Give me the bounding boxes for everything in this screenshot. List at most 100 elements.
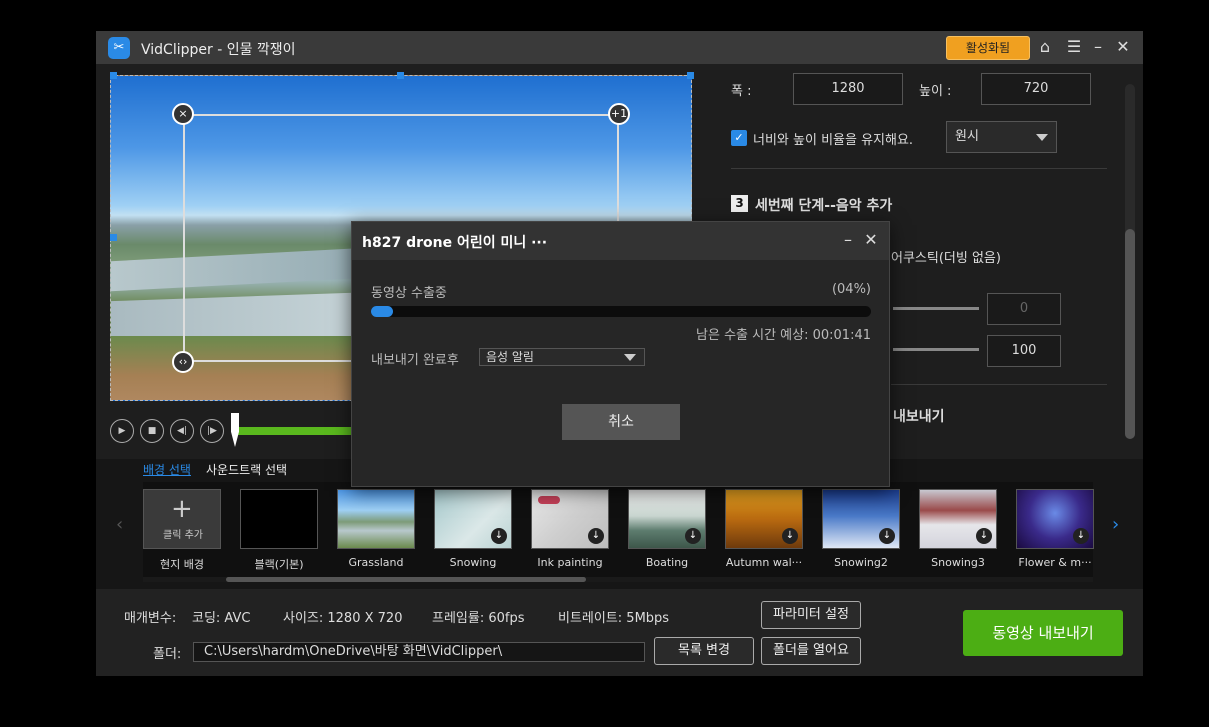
thumb-caption: Flower & m··· bbox=[1018, 556, 1092, 569]
dialog-close-icon[interactable]: ✕ bbox=[860, 228, 882, 252]
thumb-caption: Snowing2 bbox=[834, 556, 888, 569]
thumb-caption: 현지 배경 bbox=[160, 558, 204, 571]
height-input[interactable]: 720 bbox=[981, 73, 1091, 105]
timeline-playhead[interactable] bbox=[231, 413, 239, 447]
chevron-down-icon bbox=[624, 354, 636, 361]
after-export-select-value: 음성 알림 bbox=[486, 350, 534, 364]
thumb-grassland[interactable] bbox=[337, 489, 415, 549]
step3-title: 세번째 단계--음악 추가 bbox=[755, 198, 893, 214]
download-icon[interactable]: ↓ bbox=[879, 528, 895, 544]
title-bar: ✂ VidClipper - 인물 깍쟁이 활성화됨 ⌂ ☰ – ✕ bbox=[96, 31, 1143, 64]
export-progress-fill bbox=[371, 306, 393, 317]
thumb-caption: Autumn wal··· bbox=[725, 556, 803, 569]
crop-close-handle[interactable]: × bbox=[172, 103, 194, 125]
prev-frame-icon[interactable]: ◀| bbox=[170, 419, 194, 443]
music-volume-slider[interactable] bbox=[893, 348, 979, 351]
divider bbox=[891, 384, 1107, 385]
thumb-caption: Ink painting bbox=[537, 556, 603, 569]
dialog-minimize-icon[interactable]: – bbox=[837, 228, 859, 252]
thumb-flower[interactable]: ↓ bbox=[1016, 489, 1094, 549]
slider1-value-input[interactable]: 0 bbox=[987, 293, 1061, 325]
thumb-snowing[interactable]: ↓ bbox=[434, 489, 512, 549]
divider bbox=[731, 168, 1107, 169]
blossom-decor bbox=[538, 496, 560, 504]
export-status: 동영상 수출중 bbox=[371, 286, 447, 301]
step3-badge: 3 bbox=[731, 195, 748, 212]
download-icon[interactable]: ↓ bbox=[1073, 528, 1089, 544]
download-icon[interactable]: ↓ bbox=[976, 528, 992, 544]
thumb-snowing3[interactable]: ↓ bbox=[919, 489, 997, 549]
download-icon[interactable]: ↓ bbox=[685, 528, 701, 544]
app-title: VidClipper - 인물 깍쟁이 bbox=[141, 42, 296, 58]
width-input[interactable]: 1280 bbox=[793, 73, 903, 105]
thumb-snowing2[interactable]: ↓ bbox=[822, 489, 900, 549]
after-export-label: 내보내기 완료후 bbox=[371, 353, 459, 368]
selection-handle[interactable] bbox=[687, 72, 694, 79]
thumb-ink-painting[interactable]: ↓ bbox=[531, 489, 609, 549]
volume-slider[interactable] bbox=[893, 307, 979, 310]
width-label: 폭 : bbox=[731, 84, 752, 99]
activate-button[interactable]: 활성화됨 bbox=[946, 36, 1030, 60]
height-label: 높이 : bbox=[919, 84, 952, 99]
after-export-select[interactable]: 음성 알림 bbox=[479, 348, 645, 366]
ratio-select[interactable]: 원시 bbox=[946, 121, 1057, 153]
plus-icon: + bbox=[171, 494, 193, 524]
params-label: 매개변수: bbox=[124, 611, 177, 626]
codec-info: 코딩: AVC bbox=[192, 611, 251, 626]
dialog-title: h827 drone 어린이 미니 ··· bbox=[362, 235, 548, 251]
keep-ratio-checkbox[interactable]: ✓ bbox=[731, 130, 747, 146]
minimize-icon[interactable]: – bbox=[1087, 36, 1109, 58]
footer: 매개변수: 코딩: AVC 사이즈: 1280 X 720 프레임률: 60fp… bbox=[96, 589, 1143, 676]
thumb-caption: 블랙(기본) bbox=[254, 558, 304, 571]
export-percent: (04%) bbox=[831, 282, 871, 297]
thumb-black[interactable] bbox=[240, 489, 318, 549]
selection-handle[interactable] bbox=[397, 72, 404, 79]
export-video-button[interactable]: 동영상 내보내기 bbox=[963, 610, 1123, 656]
menu-icon[interactable]: ☰ bbox=[1063, 36, 1085, 58]
folder-label: 폴더: bbox=[153, 647, 182, 662]
folder-path-input[interactable]: C:\Users\hardm\OneDrive\바탕 화면\VidClipper… bbox=[193, 642, 645, 662]
strip-scrollbar-thumb[interactable] bbox=[226, 577, 586, 582]
export-progress-dialog: h827 drone 어린이 미니 ··· – ✕ 동영상 수출중 (04%) … bbox=[351, 221, 890, 487]
chevron-left-icon[interactable]: ‹ bbox=[116, 514, 123, 535]
add-label: 클릭 추가 bbox=[163, 530, 203, 541]
thumb-autumn[interactable]: ↓ bbox=[725, 489, 803, 549]
chevron-right-icon[interactable]: › bbox=[1112, 514, 1119, 535]
tab-soundtrack[interactable]: 사운드트랙 선택 bbox=[206, 461, 287, 478]
change-folder-button[interactable]: 목록 변경 bbox=[654, 637, 754, 665]
thumb-caption: Grassland bbox=[348, 556, 404, 569]
slider2-value-input[interactable]: 100 bbox=[987, 335, 1061, 367]
close-icon[interactable]: ✕ bbox=[1112, 36, 1134, 58]
selection-handle[interactable] bbox=[110, 234, 117, 241]
thumb-caption: Snowing bbox=[449, 556, 497, 569]
open-folder-button[interactable]: 폴더를 열어요 bbox=[761, 637, 861, 665]
thumb-caption: Snowing3 bbox=[931, 556, 985, 569]
framerate-info: 프레임률: 60fps bbox=[432, 611, 525, 626]
home-icon[interactable]: ⌂ bbox=[1034, 36, 1056, 58]
stop-icon[interactable]: ■ bbox=[140, 419, 164, 443]
size-info: 사이즈: 1280 X 720 bbox=[283, 611, 403, 626]
chevron-down-icon bbox=[1036, 134, 1048, 141]
crop-flip-handle[interactable]: ‹› bbox=[172, 351, 194, 373]
next-frame-icon[interactable]: |▶ bbox=[200, 419, 224, 443]
export-progress-bar bbox=[371, 306, 871, 317]
thumb-boating[interactable]: ↓ bbox=[628, 489, 706, 549]
download-icon[interactable]: ↓ bbox=[491, 528, 507, 544]
music-option-label[interactable]: 어쿠스틱(더빙 없음) bbox=[891, 247, 1001, 266]
play-icon[interactable]: ▶ bbox=[110, 419, 134, 443]
download-icon[interactable]: ↓ bbox=[782, 528, 798, 544]
download-icon[interactable]: ↓ bbox=[588, 528, 604, 544]
bitrate-info: 비트레이트: 5Mbps bbox=[558, 611, 670, 626]
thumb-add[interactable]: + 클릭 추가 bbox=[143, 489, 221, 549]
panel-scrollbar-thumb[interactable] bbox=[1125, 229, 1135, 439]
dialog-header: h827 drone 어린이 미니 ··· – ✕ bbox=[352, 222, 889, 260]
export-section-title: 내보내기 bbox=[893, 409, 945, 425]
cancel-button[interactable]: 취소 bbox=[562, 404, 680, 440]
thumb-caption: Boating bbox=[645, 556, 689, 569]
crop-plus-handle[interactable]: +1 bbox=[608, 103, 630, 125]
tab-background[interactable]: 배경 선택 bbox=[143, 461, 191, 478]
app-logo-icon: ✂ bbox=[108, 37, 130, 59]
param-settings-button[interactable]: 파라미터 설정 bbox=[761, 601, 861, 629]
keep-ratio-label: 너비와 높이 비율을 유지해요. bbox=[753, 133, 914, 148]
selection-handle[interactable] bbox=[110, 72, 117, 79]
